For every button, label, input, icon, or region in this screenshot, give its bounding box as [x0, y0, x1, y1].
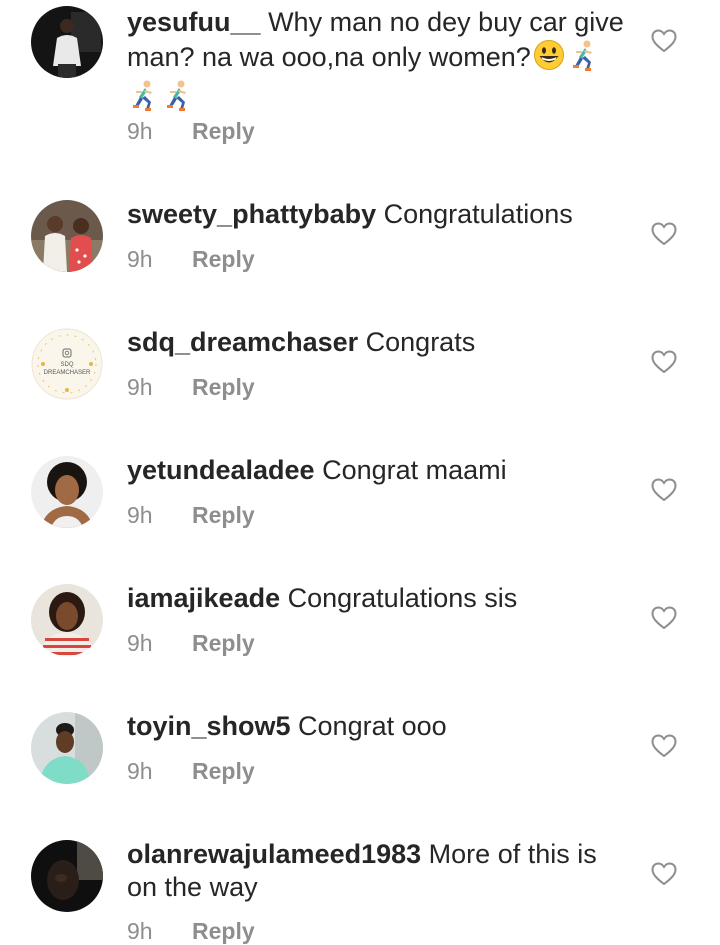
comment-item: toyin_show5 Congrat ooo 9h Reply: [0, 692, 720, 820]
comment-username[interactable]: yesufuu__: [127, 7, 261, 37]
comment-body: Congrats: [365, 327, 476, 357]
avatar-text: DREAMCHASER: [44, 370, 91, 376]
comment-time: 9h: [127, 918, 153, 944]
comment-username[interactable]: yetundealadee: [127, 455, 315, 485]
comment-text: iamajikeade Congratulations sis: [127, 582, 632, 615]
grinning-face-icon: [533, 39, 565, 79]
avatar[interactable]: [31, 584, 103, 656]
comment-item: yesufuu__ Why man no dey buy car give ma…: [0, 0, 720, 180]
comment-time: 9h: [127, 246, 153, 272]
comment-time: 9h: [127, 758, 153, 784]
comment-text: sdq_dreamchaser Congrats: [127, 326, 632, 359]
reply-button[interactable]: Reply: [192, 758, 255, 784]
reply-button[interactable]: Reply: [192, 374, 255, 400]
comment-body: Congratulations: [383, 199, 573, 229]
comment-body: Congrat maami: [322, 455, 507, 485]
heart-outline-icon[interactable]: [651, 222, 677, 246]
comment-text: yesufuu__ Why man no dey buy car give ma…: [127, 6, 632, 119]
comment-item: olanrewajulameed1983 More of this is on …: [0, 820, 720, 944]
avatar[interactable]: [31, 840, 103, 912]
heart-outline-icon[interactable]: [651, 862, 677, 886]
comment-meta: 9h Reply: [127, 502, 255, 529]
comment-username[interactable]: toyin_show5: [127, 711, 291, 741]
comment-body: Congrat ooo: [298, 711, 447, 741]
comment-username[interactable]: olanrewajulameed1983: [127, 839, 421, 869]
reply-button[interactable]: Reply: [192, 918, 255, 944]
comment-meta: 9h Reply: [127, 758, 255, 785]
comment-username[interactable]: sweety_phattybaby: [127, 199, 376, 229]
person-running-icon: [567, 39, 599, 79]
avatar[interactable]: [31, 6, 103, 78]
comment-time: 9h: [127, 374, 153, 400]
comment-time: 9h: [127, 630, 153, 656]
comment-username[interactable]: sdq_dreamchaser: [127, 327, 358, 357]
heart-outline-icon[interactable]: [651, 606, 677, 630]
heart-outline-icon[interactable]: [651, 734, 677, 758]
comment-meta: 9h Reply: [127, 374, 255, 401]
comment-text: olanrewajulameed1983 More of this is on …: [127, 838, 632, 904]
avatar-text: SDQ: [60, 362, 73, 368]
person-running-icon: [161, 79, 193, 119]
comment-item: SDQ DREAMCHASER sdq_dreamchaser Congrats…: [0, 308, 720, 436]
heart-outline-icon[interactable]: [651, 29, 677, 53]
reply-button[interactable]: Reply: [192, 502, 255, 528]
comment-item: yetundealadee Congrat maami 9h Reply: [0, 436, 720, 564]
reply-button[interactable]: Reply: [192, 118, 255, 144]
heart-outline-icon[interactable]: [651, 350, 677, 374]
comment-text: toyin_show5 Congrat ooo: [127, 710, 632, 743]
avatar[interactable]: [31, 456, 103, 528]
heart-outline-icon[interactable]: [651, 478, 677, 502]
comment-time: 9h: [127, 118, 153, 144]
comment-text: sweety_phattybaby Congratulations: [127, 198, 632, 231]
reply-button[interactable]: Reply: [192, 630, 255, 656]
comment-meta: 9h Reply: [127, 246, 255, 273]
comment-username[interactable]: iamajikeade: [127, 583, 280, 613]
avatar[interactable]: [31, 200, 103, 272]
comment-item: sweety_phattybaby Congratulations 9h Repl…: [0, 180, 720, 308]
avatar[interactable]: SDQ DREAMCHASER: [31, 328, 103, 400]
reply-button[interactable]: Reply: [192, 246, 255, 272]
comment-meta: 9h Reply: [127, 118, 255, 145]
person-running-icon: [127, 79, 159, 119]
comment-time: 9h: [127, 502, 153, 528]
comment-meta: 9h Reply: [127, 918, 255, 945]
comment-body: Congratulations sis: [287, 583, 518, 613]
comment-text: yetundealadee Congrat maami: [127, 454, 632, 487]
comment-meta: 9h Reply: [127, 630, 255, 657]
comment-item: iamajikeade Congratulations sis 9h Reply: [0, 564, 720, 692]
avatar[interactable]: [31, 712, 103, 784]
